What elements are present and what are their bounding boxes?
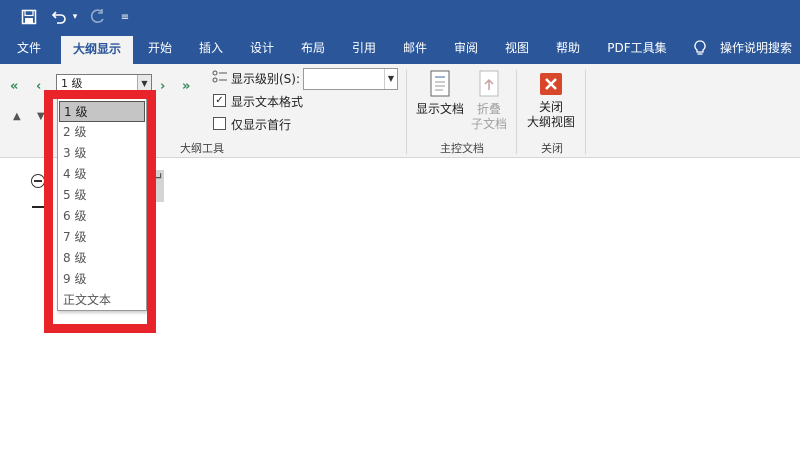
tab-references[interactable]: 引用 bbox=[344, 34, 384, 64]
tab-file[interactable]: 文件 bbox=[8, 34, 50, 64]
show-text-format-checkbox[interactable]: ✓ bbox=[213, 94, 226, 107]
promote-icon[interactable]: ‹ bbox=[36, 79, 41, 94]
close-label-line2: 大纲视图 bbox=[526, 115, 575, 129]
collapse-heading-icon[interactable] bbox=[31, 174, 45, 188]
level-option-8[interactable]: 8 级 bbox=[59, 248, 145, 269]
show-document-icon bbox=[413, 70, 467, 102]
collapse-label-line1: 折叠 bbox=[476, 102, 501, 116]
tab-view[interactable]: 视图 bbox=[497, 34, 537, 64]
show-document-label: 显示文档 bbox=[415, 102, 464, 116]
collapse-label-line2: 子文档 bbox=[470, 117, 507, 131]
tell-me-search[interactable]: 操作说明搜索 bbox=[712, 34, 800, 64]
level-option-6[interactable]: 6 级 bbox=[59, 206, 145, 227]
level-option-9[interactable]: 9 级 bbox=[59, 269, 145, 290]
collapse-subdocuments-button[interactable]: 折叠 子文档 bbox=[466, 70, 512, 132]
tab-pdf-tools[interactable]: PDF工具集 bbox=[600, 34, 674, 64]
level-option-1[interactable]: 1 级 bbox=[59, 101, 145, 122]
move-down-icon[interactable]: ▼ bbox=[37, 111, 45, 122]
outline-level-dropdown-list: 1 级 2 级 3 级 4 级 5 级 6 级 7 级 8 级 9 级 正文文本 bbox=[57, 97, 147, 311]
heading-underline bbox=[32, 206, 48, 208]
move-up-icon[interactable]: ▲ bbox=[13, 111, 21, 122]
tab-outline[interactable]: 大纲显示 bbox=[61, 36, 133, 64]
show-text-format-label: 显示文本格式 bbox=[231, 95, 304, 109]
show-level-icon bbox=[212, 70, 228, 87]
customize-toolbar-icon[interactable]: ≡ bbox=[118, 6, 132, 28]
collapse-subdocuments-icon bbox=[466, 70, 512, 102]
demote-to-body-icon[interactable]: » bbox=[182, 79, 190, 94]
group-separator bbox=[406, 70, 407, 154]
tab-layout[interactable]: 布局 bbox=[293, 34, 333, 64]
level-option-7[interactable]: 7 级 bbox=[59, 227, 145, 248]
group-separator bbox=[516, 70, 517, 154]
show-level-select[interactable]: ▼ bbox=[303, 68, 398, 90]
tab-design[interactable]: 设计 bbox=[242, 34, 282, 64]
paragraph-mark-icon: ↵ bbox=[152, 170, 164, 186]
level-option-5[interactable]: 5 级 bbox=[59, 185, 145, 206]
lightbulb-icon bbox=[690, 34, 710, 64]
close-icon bbox=[522, 72, 580, 100]
close-group-label: 关闭 bbox=[541, 142, 563, 155]
save-icon[interactable] bbox=[18, 6, 40, 28]
title-bar: ▾ ≡ bbox=[0, 0, 800, 34]
level-option-3[interactable]: 3 级 bbox=[59, 143, 145, 164]
tab-review[interactable]: 审阅 bbox=[446, 34, 486, 64]
chevron-down-icon[interactable]: ▼ bbox=[384, 69, 397, 89]
chevron-down-icon[interactable]: ▼ bbox=[137, 75, 151, 93]
master-document-group-label: 主控文档 bbox=[440, 142, 484, 155]
outline-tools-group-label: 大纲工具 bbox=[180, 142, 224, 155]
tab-help[interactable]: 帮助 bbox=[548, 34, 588, 64]
close-label-line1: 关闭 bbox=[538, 100, 563, 114]
first-line-only-label: 仅显示首行 bbox=[231, 118, 292, 132]
close-outline-view-button[interactable]: 关闭 大纲视图 bbox=[522, 72, 580, 130]
tab-mailings[interactable]: 邮件 bbox=[395, 34, 435, 64]
level-option-4[interactable]: 4 级 bbox=[59, 164, 145, 185]
level-option-body-text[interactable]: 正文文本 bbox=[59, 290, 145, 311]
undo-dropdown-icon[interactable]: ▾ bbox=[70, 6, 80, 28]
undo-icon[interactable] bbox=[48, 6, 70, 28]
redo-icon[interactable] bbox=[86, 6, 108, 28]
promote-to-heading1-icon[interactable]: « bbox=[10, 79, 18, 94]
show-document-button[interactable]: 显示文档 bbox=[413, 70, 467, 117]
outline-level-value: 1 级 bbox=[61, 77, 83, 90]
group-separator bbox=[585, 70, 586, 154]
demote-icon[interactable]: › bbox=[160, 79, 165, 94]
ribbon-tabs: 文件 大纲显示 开始 插入 设计 布局 引用 邮件 审阅 视图 帮助 PDF工具… bbox=[0, 34, 800, 64]
tab-insert[interactable]: 插入 bbox=[191, 34, 231, 64]
level-option-2[interactable]: 2 级 bbox=[59, 122, 145, 143]
tab-home[interactable]: 开始 bbox=[140, 34, 180, 64]
first-line-only-checkbox[interactable] bbox=[213, 117, 226, 130]
show-level-label: 显示级别(S): bbox=[231, 72, 301, 86]
outline-level-select[interactable]: 1 级 ▼ bbox=[56, 74, 152, 94]
